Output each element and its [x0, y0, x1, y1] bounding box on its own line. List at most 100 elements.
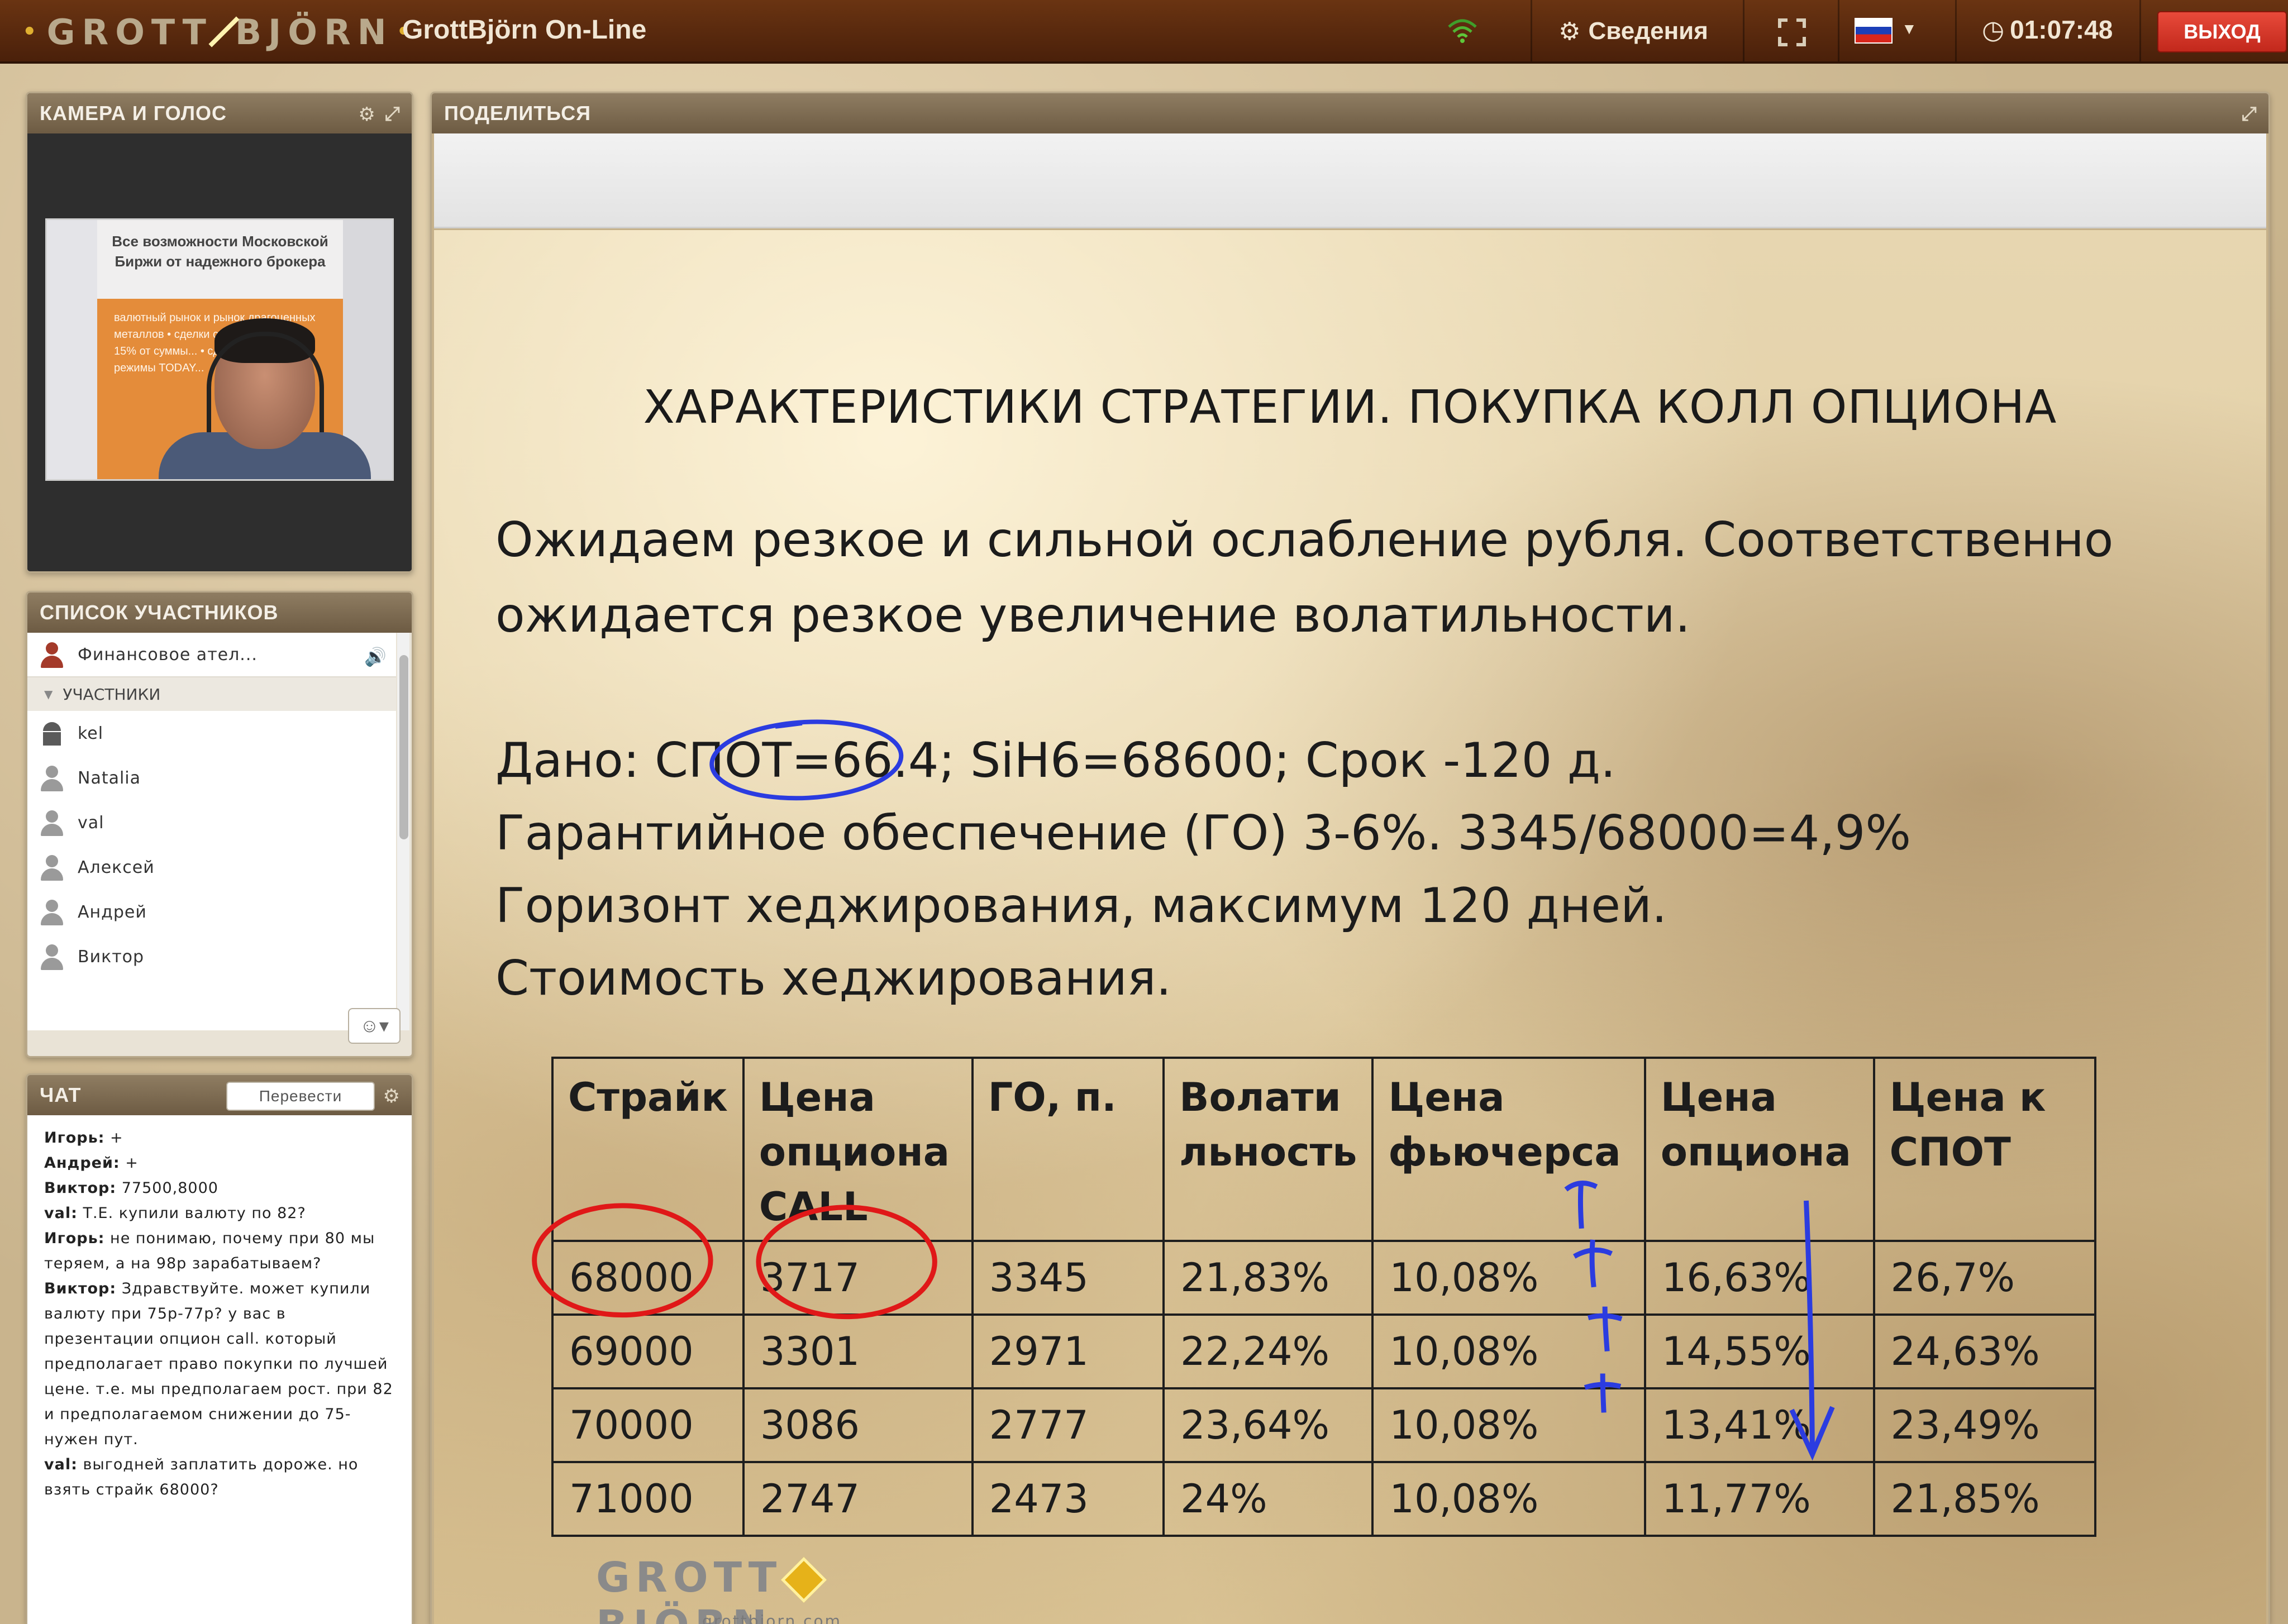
info-button[interactable]: ⚙ Сведения — [1558, 15, 1708, 48]
gear-icon[interactable]: ⚙ — [383, 1085, 401, 1107]
smiley-icon: ☺▾ — [360, 1015, 389, 1037]
chat-log[interactable]: Игорь: + Андрей: + Виктор: 77500,8000 va… — [27, 1115, 412, 1624]
table-cell: 3345 — [971, 1240, 1165, 1316]
table-cell: 71000 — [551, 1461, 745, 1537]
column-header: ГО, п. — [971, 1057, 1165, 1242]
participant-item[interactable]: val — [27, 800, 396, 845]
table-cell: 2473 — [971, 1461, 1165, 1537]
slide-text: Дано: СПОТ=66.4; SiH6=68600; Срок -120 д… — [495, 733, 1616, 789]
webcam-video[interactable]: Все возможности Московской Биржи от наде… — [45, 218, 394, 481]
chat-message: Игорь: + — [44, 1129, 123, 1147]
chat-message: val: выгодней заплатить дороже. но взять… — [44, 1456, 359, 1498]
slide-title: ХАРАКТЕРИСТИКИ СТРАТЕГИИ. ПОКУПКА КОЛЛ О… — [643, 381, 2057, 434]
headset-icon — [207, 332, 324, 432]
blue-tick-annotation — [775, 720, 803, 729]
divider — [1955, 0, 1957, 61]
chat-message: Игорь: не понимаю, почему при 80 мы теря… — [44, 1230, 375, 1272]
column-header: Цена опциона CALL — [742, 1057, 974, 1242]
gear-icon: ⚙ — [1558, 17, 1581, 45]
table-cell: 24% — [1162, 1461, 1374, 1537]
column-header: Страйк — [551, 1057, 745, 1242]
caret-down-icon: ▼ — [44, 687, 53, 701]
user-icon — [39, 765, 65, 791]
android-icon — [39, 720, 65, 747]
user-icon — [39, 899, 65, 925]
participant-item[interactable]: Андрей — [27, 890, 396, 934]
slide-text: Стоимость хеджирования. — [495, 950, 1171, 1006]
clock-icon: ◷ — [1982, 15, 2005, 44]
slide-text: ожидается резкое увеличение волатильност… — [495, 587, 1691, 643]
table-row: 71000 2747 2473 24% 10,08% 11,77% 21,85% — [551, 1461, 2097, 1537]
divider — [2139, 0, 2141, 61]
connection-signal-icon — [1448, 19, 1477, 43]
chat-panel: ЧАТ Перевести ⚙ Игорь: + Андрей: + Викто… — [26, 1073, 413, 1624]
chat-message: Виктор: Здравствуйте. может купили валют… — [44, 1280, 393, 1448]
slide-text: Горизонт хеджирования, максимум 120 дней… — [495, 878, 1667, 934]
table-cell: 3301 — [742, 1313, 974, 1389]
column-header: Цена опциона — [1643, 1057, 1875, 1242]
top-bar: • GROTT BJÖRN • GrottBjörn On-Line ⚙ Сведен… — [0, 0, 2288, 64]
table-cell: 23,49% — [1872, 1387, 2097, 1463]
table-cell: 22,24% — [1162, 1313, 1374, 1389]
scrollbar-thumb[interactable] — [399, 655, 408, 839]
participant-item[interactable]: Виктор — [27, 934, 396, 979]
divider — [1531, 0, 1532, 61]
options-table: Страйк Цена опциона CALL ГО, п. Волати льно… — [551, 1057, 2097, 1537]
panel-header: ПОДЕЛИТЬСЯ ⤢ — [432, 93, 2268, 133]
panel-header: ЧАТ Перевести ⚙ — [27, 1075, 412, 1115]
table-cell: 10,08% — [1371, 1313, 1646, 1389]
chat-message: val: Т.Е. купили валюту по 82? — [44, 1205, 306, 1222]
table-cell: 21,85% — [1872, 1461, 2097, 1537]
table-cell: 23,64% — [1162, 1387, 1374, 1463]
column-header: Цена фьючерса — [1371, 1057, 1646, 1242]
slide-brand-logo: GROTTBJÖRN grottbjorn.com — [596, 1554, 842, 1624]
table-cell: 21,83% — [1162, 1240, 1374, 1316]
table-row: 68000 3717 3345 21,83% 10,08% 16,63% 26,… — [551, 1240, 2097, 1316]
table-cell: 2777 — [971, 1387, 1165, 1463]
chevron-down-icon[interactable]: ▼ — [1901, 20, 1917, 38]
participants-panel: СПИСОК УЧАСТНИКОВ Финансовое ател... 🔊 ▼… — [26, 591, 413, 1058]
table-cell: 3717 — [742, 1240, 974, 1316]
table-cell: 14,55% — [1643, 1313, 1875, 1389]
column-header: Цена к СПОТ — [1872, 1057, 2097, 1242]
participant-item[interactable]: kel — [27, 711, 396, 756]
brand-logo: • GROTT BJÖRN • — [22, 11, 418, 52]
speaker-icon: 🔊 — [364, 646, 387, 667]
panel-header: СПИСОК УЧАСТНИКОВ — [27, 593, 412, 633]
russian-flag-icon[interactable] — [1855, 18, 1893, 44]
table-cell: 2971 — [971, 1313, 1165, 1389]
slide-text: Ожидаем резкое и сильной ослабление рубл… — [495, 512, 2114, 568]
participant-item[interactable]: Natalia — [27, 756, 396, 800]
camera-panel: КАМЕРА И ГОЛОС ⚙ ⤢ Все возможности Моско… — [26, 92, 413, 573]
table-cell: 3086 — [742, 1387, 974, 1463]
panel-header: КАМЕРА И ГОЛОС ⚙ ⤢ — [27, 93, 412, 133]
table-cell: 16,63% — [1643, 1240, 1875, 1316]
user-icon — [39, 943, 65, 970]
table-cell: 10,08% — [1371, 1240, 1646, 1316]
expand-icon[interactable]: ⤢ — [2242, 103, 2257, 125]
table-cell: 24,63% — [1872, 1313, 2097, 1389]
exit-button[interactable]: ВЫХОД — [2157, 11, 2287, 52]
divider — [1838, 0, 1839, 61]
user-icon — [39, 854, 65, 881]
chat-message: Виктор: 77500,8000 — [44, 1179, 218, 1197]
table-cell: 70000 — [551, 1387, 745, 1463]
translate-button[interactable]: Перевести — [226, 1082, 375, 1111]
fullscreen-icon[interactable] — [1776, 17, 1808, 48]
expand-icon[interactable]: ⤢ — [385, 103, 401, 126]
divider — [1743, 0, 1744, 61]
share-panel: ПОДЕЛИТЬСЯ ⤢ ХАРАКТЕРИСТИКИ СТРАТЕГИИ. П… — [430, 92, 2270, 1624]
table-cell: 11,77% — [1643, 1461, 1875, 1537]
gear-icon[interactable]: ⚙ — [358, 103, 375, 126]
table-cell: 10,08% — [1371, 1387, 1646, 1463]
emoji-status-button[interactable]: ☺▾ — [348, 1008, 401, 1044]
session-timer: ◷ 01:07:48 — [1982, 15, 2113, 44]
table-cell: 2747 — [742, 1461, 974, 1537]
participants-group-header[interactable]: ▼ УЧАСТНИКИ — [27, 677, 396, 711]
participant-item[interactable]: Алексей — [27, 845, 396, 890]
table-header-row: Страйк Цена опциона CALL ГО, п. Волати льно… — [551, 1057, 2097, 1242]
column-header: Волати льность — [1162, 1057, 1374, 1242]
presenter-user-icon — [39, 641, 65, 668]
participant-owner[interactable]: Финансовое ател... 🔊 — [27, 633, 396, 677]
user-icon — [39, 809, 65, 836]
